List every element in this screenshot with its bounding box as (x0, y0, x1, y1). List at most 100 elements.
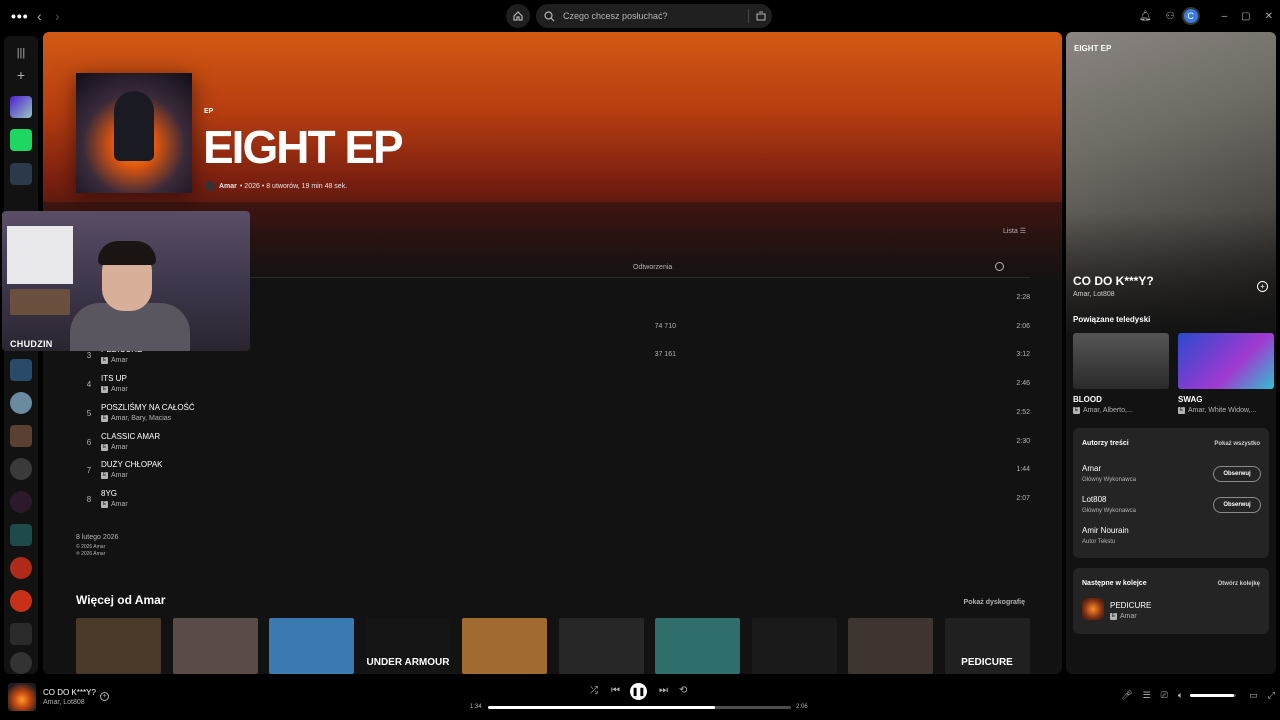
bell-icon[interactable]: 🔔︎ (1139, 11, 1152, 22)
copyright-p: ℗ 2026 Amar (76, 551, 106, 557)
shuffle-icon[interactable]: ⤮ (590, 685, 598, 696)
track-number: 3 (86, 351, 92, 361)
video-title[interactable]: BLOOD (1073, 395, 1102, 404)
album-card[interactable] (172, 618, 258, 674)
sidebar-item-artist[interactable] (10, 458, 32, 480)
fullscreen-icon[interactable]: ⤢ (1268, 690, 1275, 701)
close-icon[interactable]: ✕ (1265, 11, 1273, 22)
credit-name[interactable]: Amar (1082, 464, 1101, 473)
track-row[interactable]: 7 DUŻY CHŁOPAK E Amar 1:44 (76, 458, 1030, 486)
saved-episodes-icon[interactable] (10, 129, 32, 151)
follow-button[interactable]: Obserwuj (1213, 466, 1261, 482)
track-title[interactable]: 8YG (101, 489, 117, 498)
video-title[interactable]: SWAG (1178, 395, 1202, 404)
now-playing-artist[interactable]: Amar, Lot808 (1073, 291, 1115, 298)
credit-name[interactable]: Lot808 (1082, 495, 1106, 504)
add-icon[interactable]: + (100, 692, 109, 701)
library-icon[interactable]: ||| (10, 42, 32, 64)
album-card[interactable] (848, 618, 933, 674)
sidebar-item-artist[interactable] (10, 491, 32, 513)
add-to-library-icon[interactable]: + (1257, 281, 1268, 292)
elapsed-time: 1:34 (470, 704, 482, 710)
sidebar-item-artist[interactable] (10, 590, 32, 612)
album-card[interactable] (76, 618, 161, 674)
connect-device-icon[interactable]: ⎚ (1161, 690, 1168, 701)
liked-songs-icon[interactable] (10, 96, 32, 118)
minimize-icon[interactable]: – (1222, 11, 1228, 22)
track-duration: 2:07 (1016, 494, 1030, 502)
album-card[interactable] (269, 618, 354, 674)
track-row[interactable]: 8 8YG E Amar 2:07 (76, 487, 1030, 515)
friends-icon[interactable]: ⚇ (1166, 11, 1175, 22)
track-duration: 2:30 (1016, 437, 1030, 445)
show-all-credits-link[interactable]: Pokaż wszystko (1214, 441, 1260, 447)
view-toggle[interactable]: Lista ☰ (1003, 227, 1026, 235)
sidebar-item-artist[interactable] (10, 392, 32, 414)
copyright-c: © 2026 Amar (76, 544, 106, 550)
more-menu-icon[interactable]: ••• (11, 8, 29, 24)
track-duration: 3:12 (1016, 351, 1030, 359)
album-card[interactable] (462, 618, 547, 674)
repeat-icon[interactable]: ⟲ (679, 685, 687, 696)
queue-item-art[interactable] (1082, 598, 1104, 620)
open-queue-link[interactable]: Otwórz kolejkę (1218, 581, 1260, 587)
create-playlist-icon[interactable]: + (10, 64, 32, 86)
pause-button[interactable]: ❚❚ (630, 683, 647, 700)
volume-icon[interactable]: 🔈︎ (1178, 690, 1183, 701)
credits-header: Autorzy treści (1082, 440, 1129, 447)
sidebar-item-playlist[interactable] (10, 163, 32, 185)
forward-arrow-icon[interactable]: › (55, 8, 60, 24)
credit-role: Główny Wykonawca (1082, 477, 1136, 483)
sidebar-item-artist[interactable] (10, 557, 32, 579)
album-card[interactable] (558, 618, 644, 674)
player-artist[interactable]: Amar, Lot808 (43, 699, 85, 706)
mini-player-icon[interactable]: ▭ (1249, 690, 1258, 701)
total-time: 2:06 (796, 704, 808, 710)
track-row[interactable]: 6 CLASSIC AMAR E Amar 2:30 (76, 430, 1030, 458)
album-card[interactable] (751, 618, 837, 674)
track-title[interactable]: CLASSIC AMAR (101, 432, 160, 441)
progress-bar[interactable] (488, 706, 791, 709)
track-artist: E Amar (101, 443, 128, 451)
previous-icon[interactable]: ⏮︎ (611, 685, 620, 696)
back-arrow-icon[interactable]: ‹ (37, 8, 42, 24)
avatar[interactable]: C (1181, 7, 1200, 25)
track-artist: E Amar, Bary, Macias (101, 414, 172, 422)
track-row[interactable]: 5 POSZLIŚMY NA CAŁOŚĆ E Amar, Bary, Macias 2… (76, 401, 1030, 429)
sidebar-item-playlist[interactable] (10, 623, 32, 645)
video-thumbnail[interactable] (1178, 333, 1274, 389)
release-date: 8 lutego 2026 (76, 534, 119, 541)
queue-item-title[interactable]: PEDICURE (1110, 601, 1151, 610)
search-input[interactable]: Czego chcesz posłuchać? (536, 4, 772, 28)
sidebar-item-playlist[interactable] (10, 425, 32, 447)
sidebar-item-artist[interactable] (10, 652, 32, 674)
track-title[interactable]: ITS UP (101, 374, 127, 383)
sidebar-item-playlist[interactable] (10, 359, 32, 381)
home-button[interactable] (506, 4, 530, 28)
now-playing-title[interactable]: CO DO K***Y? (1073, 274, 1154, 288)
credit-role: Główny Wykonawca (1082, 508, 1136, 514)
explicit-icon: E (1110, 613, 1117, 620)
track-duration: 2:52 (1016, 408, 1030, 416)
track-title[interactable]: DUŻY CHŁOPAK (101, 460, 163, 469)
maximize-icon[interactable]: ▢ (1241, 11, 1250, 22)
track-row[interactable]: 4 ITS UP E Amar 2:46 (76, 372, 1030, 400)
show-discography-link[interactable]: Pokaż dyskografię (964, 599, 1025, 606)
sidebar-item-playlist[interactable] (10, 524, 32, 546)
track-title[interactable]: POSZLIŚMY NA CAŁOŚĆ (101, 403, 195, 412)
album-card[interactable]: UNDER ARMOUR (365, 618, 451, 674)
credits-card: Autorzy treści Pokaż wszystko Amar Główn… (1073, 428, 1269, 558)
album-card[interactable]: PEDICURE (944, 618, 1030, 674)
queue-icon[interactable]: ☰ (1143, 690, 1151, 701)
lyrics-icon[interactable]: 🎤︎ (1121, 690, 1132, 701)
volume-slider[interactable] (1190, 694, 1237, 697)
album-card[interactable] (655, 618, 740, 674)
next-icon[interactable]: ⏭︎ (659, 685, 668, 696)
player-cover[interactable] (8, 683, 36, 711)
follow-button[interactable]: Obserwuj (1213, 497, 1261, 513)
column-plays: Odtworzenia (633, 264, 673, 271)
artist-link[interactable]: Amar (219, 183, 237, 190)
browse-button[interactable] (748, 9, 772, 23)
player-title[interactable]: CO DO K***Y? (43, 688, 96, 697)
video-thumbnail[interactable] (1073, 333, 1169, 389)
